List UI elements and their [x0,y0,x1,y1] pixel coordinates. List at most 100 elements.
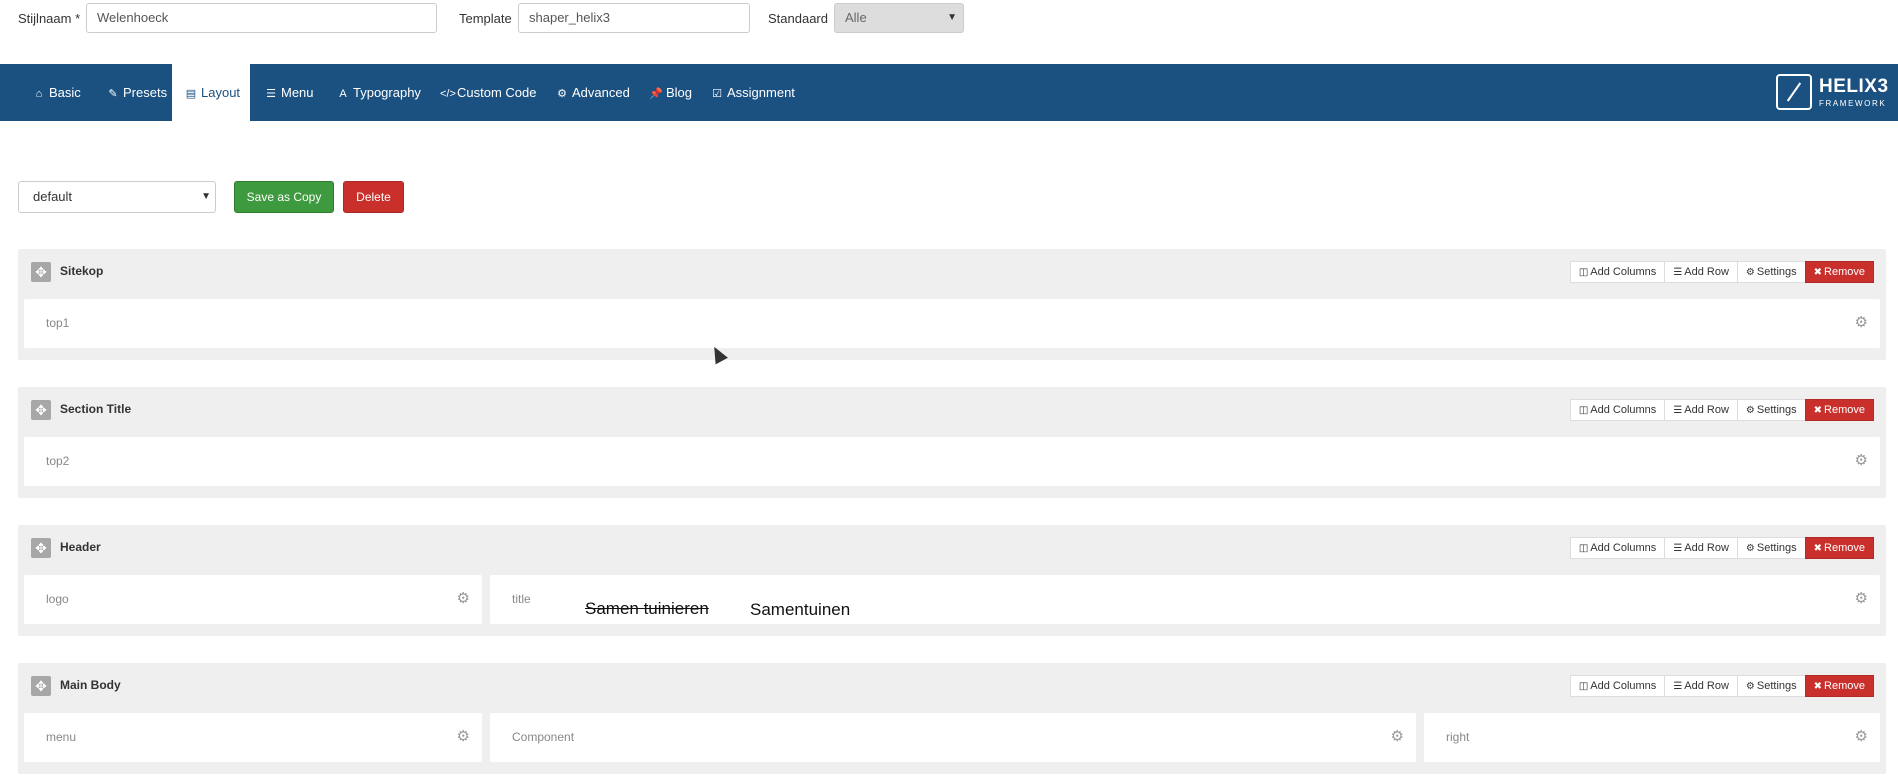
gears-icon[interactable]: ⚙ [457,589,470,607]
default-select-value: Alle [845,10,867,25]
column-top2[interactable]: top2 ⚙ [24,437,1880,486]
remove-label: Remove [1824,680,1865,692]
column-menu[interactable]: menu ⚙ [24,713,482,762]
caret-down-icon: ▼ [947,12,957,23]
gears-icon[interactable]: ⚙ [1855,451,1868,469]
tab-label: Menu [281,85,314,100]
add-columns-button[interactable]: ◫ Add Columns [1569,261,1666,283]
layout-select-value: default [33,189,73,204]
tab-advanced[interactable]: ⚙ Advanced [543,64,642,121]
save-as-copy-button[interactable]: Save as Copy [234,181,334,213]
add-row-button[interactable]: ☰ Add Row [1664,537,1738,559]
tab-assignment[interactable]: ☑ Assignment [698,64,807,121]
move-handle-icon[interactable]: ✥ [31,676,51,696]
tab-label: Presets [123,85,168,100]
settings-button[interactable]: ⚙ Settings [1736,675,1806,697]
tab-label: Basic [49,85,81,100]
tab-blog[interactable]: 📌 Blog [637,64,704,121]
tab-basic[interactable]: ⌂ Basic [18,64,95,121]
add-row-label: Add Row [1684,266,1729,278]
row-tools: ◫ Add Columns ☰ Add Row ⚙ Settings ✖ Remove [1569,399,1874,421]
section-title: Header [60,540,101,554]
style-name-input[interactable]: Welenhoeck [86,3,437,33]
column-top1[interactable]: top1 ⚙ [24,299,1880,348]
add-row-button[interactable]: ☰ Add Row [1664,261,1738,283]
add-columns-button[interactable]: ◫ Add Columns [1569,537,1666,559]
layout-select[interactable]: default ▼ [18,181,216,213]
remove-button[interactable]: ✖ Remove [1804,537,1874,559]
code-icon: </> [440,88,456,100]
columns-icon: ◫ [1578,681,1589,692]
default-label: Standaard [768,11,828,26]
settings-button[interactable]: ⚙ Settings [1736,399,1806,421]
template-label: Template [459,11,512,26]
add-columns-button[interactable]: ◫ Add Columns [1569,399,1666,421]
font-icon: A [339,88,347,100]
delete-button[interactable]: Delete [343,181,404,213]
column-label: title [512,592,531,606]
move-handle-icon[interactable]: ✥ [31,262,51,282]
close-icon: ✖ [1813,681,1823,692]
column-right[interactable]: right ⚙ [1424,713,1880,762]
add-row-button[interactable]: ☰ Add Row [1664,399,1738,421]
template-input[interactable]: shaper_helix3 [518,3,750,33]
column-label: top2 [46,454,70,468]
style-form: Stijlnaam * Welenhoeck Template shaper_h… [0,0,1898,64]
close-icon: ✖ [1813,543,1823,554]
helix-logo-icon [1776,74,1812,110]
settings-navbar: ⌂ Basic ✎ Presets ▤ Layout ☰ Menu A Typograph… [0,64,1898,121]
add-row-label: Add Row [1684,404,1729,416]
add-row-button[interactable]: ☰ Add Row [1664,675,1738,697]
settings-label: Settings [1756,680,1797,692]
gears-icon[interactable]: ⚙ [1855,727,1868,745]
tab-custom-code[interactable]: </>Custom Code [428,64,548,121]
column-label: right [1446,730,1470,744]
remove-button[interactable]: ✖ Remove [1804,675,1874,697]
settings-label: Settings [1756,404,1797,416]
tab-label: Advanced [572,85,630,100]
add-columns-button[interactable]: ◫ Add Columns [1569,675,1666,697]
tab-presets[interactable]: ✎ Presets [92,64,181,121]
settings-label: Settings [1756,542,1797,554]
remove-button[interactable]: ✖ Remove [1804,261,1874,283]
add-row-label: Add Row [1684,542,1729,554]
column-component[interactable]: Component ⚙ [490,713,1416,762]
row-tools: ◫ Add Columns ☰ Add Row ⚙ Settings ✖ Remove [1569,261,1874,283]
default-select[interactable]: Alle ▼ [834,3,964,33]
column-label: Component [512,730,575,744]
gears-icon[interactable]: ⚙ [1391,727,1404,745]
remove-label: Remove [1824,542,1865,554]
gears-icon[interactable]: ⚙ [457,727,470,745]
settings-label: Settings [1756,266,1797,278]
move-handle-icon[interactable]: ✥ [31,400,51,420]
column-label: logo [46,592,69,606]
gears-icon: ⚙ [1745,543,1755,554]
tab-layout[interactable]: ▤ Layout [172,64,250,121]
remove-label: Remove [1824,404,1865,416]
tab-typography[interactable]: A Typography [324,64,433,121]
struck-annotation: Samen tuinieren [585,599,709,618]
columns-icon: ◫ [1578,405,1589,416]
gears-icon[interactable]: ⚙ [1855,589,1868,607]
tab-label: Layout [201,85,241,100]
section-title: Main Body [60,678,121,692]
tab-menu[interactable]: ☰ Menu [252,64,326,121]
bars-icon: ☰ [1673,681,1683,692]
column-logo[interactable]: logo ⚙ [24,575,482,624]
add-columns-label: Add Columns [1590,266,1657,278]
settings-button[interactable]: ⚙ Settings [1736,261,1806,283]
gear-icon: ⚙ [557,88,567,100]
settings-button[interactable]: ⚙ Settings [1736,537,1806,559]
remove-button[interactable]: ✖ Remove [1804,399,1874,421]
move-handle-icon[interactable]: ✥ [31,538,51,558]
check-square-icon: ☑ [712,88,722,100]
add-columns-label: Add Columns [1590,680,1657,692]
logo-subtitle: FRAMEWORK [1819,99,1887,108]
remove-label: Remove [1824,266,1865,278]
section-header: ✥ Header ◫ Add Columns ☰ Add Row ⚙ Settings… [18,525,1886,636]
bars-icon: ☰ [1673,405,1683,416]
gears-icon: ⚙ [1745,681,1755,692]
section-main-body: ✥ Main Body ◫ Add Columns ☰ Add Row ⚙ Setti… [18,663,1886,774]
gears-icon[interactable]: ⚙ [1855,313,1868,331]
section-section-title: ✥ Section Title ◫ Add Columns ☰ Add Row ⚙ S… [18,387,1886,498]
